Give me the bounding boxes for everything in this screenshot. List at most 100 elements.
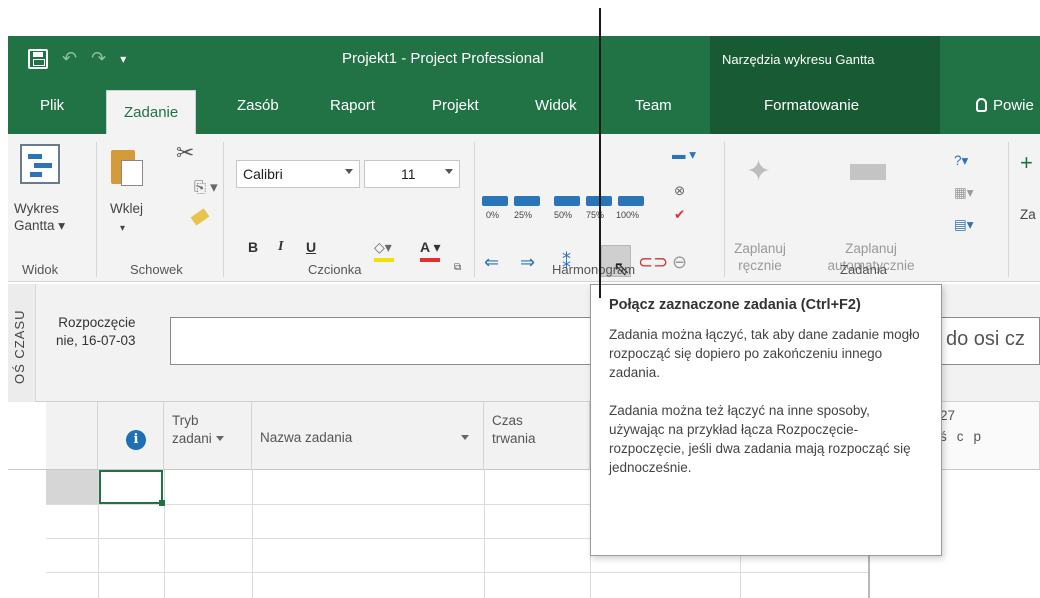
tab-file[interactable]: Plik: [40, 84, 64, 134]
quick-access-toolbar: ↶ ↷ ▾: [28, 48, 126, 69]
unlink-tasks-icon[interactable]: ⊂⊃: [638, 252, 668, 273]
tooltip-paragraph-1: Zadania można łączyć, tak aby dane zadan…: [609, 327, 920, 380]
redo-icon[interactable]: ↷: [91, 48, 106, 69]
paste-icon[interactable]: [111, 150, 143, 186]
callout-line: [599, 8, 601, 298]
customize-qat-icon[interactable]: ▾: [120, 52, 126, 66]
selected-cell[interactable]: [99, 470, 165, 506]
tab-project[interactable]: Projekt: [432, 84, 479, 134]
font-name-value: Calibri: [243, 166, 283, 182]
underline-button[interactable]: U: [306, 239, 316, 255]
timeline-start-line1: Rozpoczęcie: [58, 315, 136, 330]
paste-dropdown-icon[interactable]: ▾: [120, 220, 125, 237]
group-separator: [474, 142, 475, 277]
task-cut-label[interactable]: Za: [1020, 206, 1036, 223]
tab-report[interactable]: Raport: [330, 84, 375, 134]
gantt-button-line2: Gantta ▾: [14, 218, 66, 233]
format-painter-icon[interactable]: [190, 208, 210, 226]
tell-me-label: Powie: [993, 97, 1034, 114]
chevron-down-icon: [445, 169, 453, 174]
italic-button[interactable]: I: [278, 239, 283, 255]
undo-icon[interactable]: ↶: [62, 48, 77, 69]
gantt-chart-button[interactable]: Wykres Gantta ▾: [14, 200, 65, 234]
tooltip-paragraph-2: Zadania można też łączyć na inne sposoby…: [609, 403, 911, 475]
split-task-icon[interactable]: ⊖: [672, 252, 687, 273]
highlight-icon[interactable]: ◇▾: [374, 239, 392, 256]
percent-label: 75%: [586, 210, 605, 220]
lightbulb-icon: [976, 98, 987, 112]
manual-schedule-line2: ręcznie: [738, 258, 782, 273]
group-label-font: Czcionka: [308, 262, 362, 277]
link-tasks-tooltip: Połącz zaznaczone zadania (Ctrl+F2) Zada…: [590, 284, 942, 556]
cut-icon[interactable]: ✂: [176, 140, 194, 166]
bold-button[interactable]: B: [248, 239, 258, 255]
mode-header-line2: zadani: [172, 430, 251, 448]
percent-25-icon[interactable]: [514, 196, 540, 206]
percent-label: 100%: [616, 210, 640, 220]
indent-icon[interactable]: ⇒: [520, 252, 535, 273]
percent-label: 25%: [514, 210, 533, 220]
tell-me-box[interactable]: Powie: [976, 84, 1034, 134]
add-task-icon[interactable]: +: [1020, 152, 1033, 174]
title-bar: ↶ ↷ ▾ Projekt1 - Project Professional Na…: [8, 36, 1040, 84]
font-size-combo[interactable]: 11: [364, 160, 460, 188]
inspect-icon[interactable]: ?▾: [954, 152, 968, 169]
tab-task[interactable]: Zadanie: [106, 90, 197, 134]
font-color-button[interactable]: A ▾: [420, 239, 441, 256]
column-header-info[interactable]: i: [98, 402, 164, 470]
row-header-corner[interactable]: [46, 402, 98, 470]
save-icon[interactable]: [28, 48, 48, 69]
context-tab-group-title: Narzędzia wykresu Gantta: [710, 36, 940, 84]
copy-icon[interactable]: ⎘ ▾: [194, 178, 218, 196]
tab-format[interactable]: Formatowanie: [764, 84, 859, 134]
row-header-selected[interactable]: [46, 470, 98, 504]
inactivate-icon[interactable]: ✔: [674, 206, 685, 223]
duration-header-line1: Czas: [492, 413, 523, 428]
manual-schedule-icon[interactable]: ✦: [746, 154, 771, 189]
column-header-name[interactable]: Nazwa zadania: [252, 402, 484, 470]
font-color-bar: [420, 258, 440, 262]
respect-links-icon[interactable]: ⊗: [674, 182, 685, 199]
timeline-side-label: OŚ CZASU: [12, 309, 27, 384]
info-icon: i: [126, 430, 146, 450]
tab-resource[interactable]: Zasób: [237, 84, 279, 134]
group-label-schedule: Harmonogram: [552, 262, 636, 277]
grid-col-line: [252, 470, 253, 598]
manual-schedule-button[interactable]: Zaplanuj ręcznie: [732, 240, 788, 274]
mode-header-line1: Tryb: [172, 413, 199, 428]
ribbon-tabs: Plik Zadanie Zasób Raport Projekt Widok …: [8, 84, 1040, 134]
percent-label: 50%: [554, 210, 573, 220]
chevron-down-icon: [461, 435, 470, 440]
percent-label: 0%: [486, 210, 500, 220]
paste-button[interactable]: Wklej: [110, 200, 143, 217]
mode-icon[interactable]: ▤▾: [954, 216, 974, 233]
grid-row-line: [46, 572, 868, 573]
column-header-mode[interactable]: Tryb zadani: [164, 402, 252, 470]
font-name-combo[interactable]: Calibri: [236, 160, 360, 188]
group-label-clipboard: Schowek: [130, 262, 183, 277]
group-separator: [96, 142, 97, 277]
gantt-button-line1: Wykres: [14, 201, 59, 216]
move-icon[interactable]: ▦▾: [954, 184, 974, 201]
column-header-duration[interactable]: Czas trwania: [484, 402, 590, 470]
group-label-tasks: Zadania: [840, 262, 887, 277]
tab-view[interactable]: Widok: [535, 84, 577, 134]
auto-schedule-line1: Zaplanuj: [845, 241, 897, 256]
auto-schedule-icon[interactable]: [850, 164, 886, 180]
percent-0-icon[interactable]: [482, 196, 508, 206]
percent-50-icon[interactable]: [554, 196, 580, 206]
chevron-down-icon: [215, 436, 224, 441]
mark-on-track-icon[interactable]: ▬ ▾: [672, 146, 696, 163]
group-separator: [724, 142, 725, 277]
percent-100-icon[interactable]: [618, 196, 644, 206]
outdent-icon[interactable]: ⇐: [484, 252, 499, 273]
tab-team[interactable]: Team: [635, 84, 672, 134]
font-color-letter: A: [420, 239, 430, 255]
manual-schedule-line1: Zaplanuj: [734, 241, 786, 256]
dialog-launcher-icon[interactable]: ⧉: [454, 262, 461, 273]
duration-header-line2: trwania: [492, 431, 536, 446]
highlight-color-bar: [374, 258, 394, 262]
gantt-chart-icon[interactable]: [20, 144, 60, 184]
grid-col-line: [484, 470, 485, 598]
window-title: Projekt1 - Project Professional: [342, 50, 544, 67]
